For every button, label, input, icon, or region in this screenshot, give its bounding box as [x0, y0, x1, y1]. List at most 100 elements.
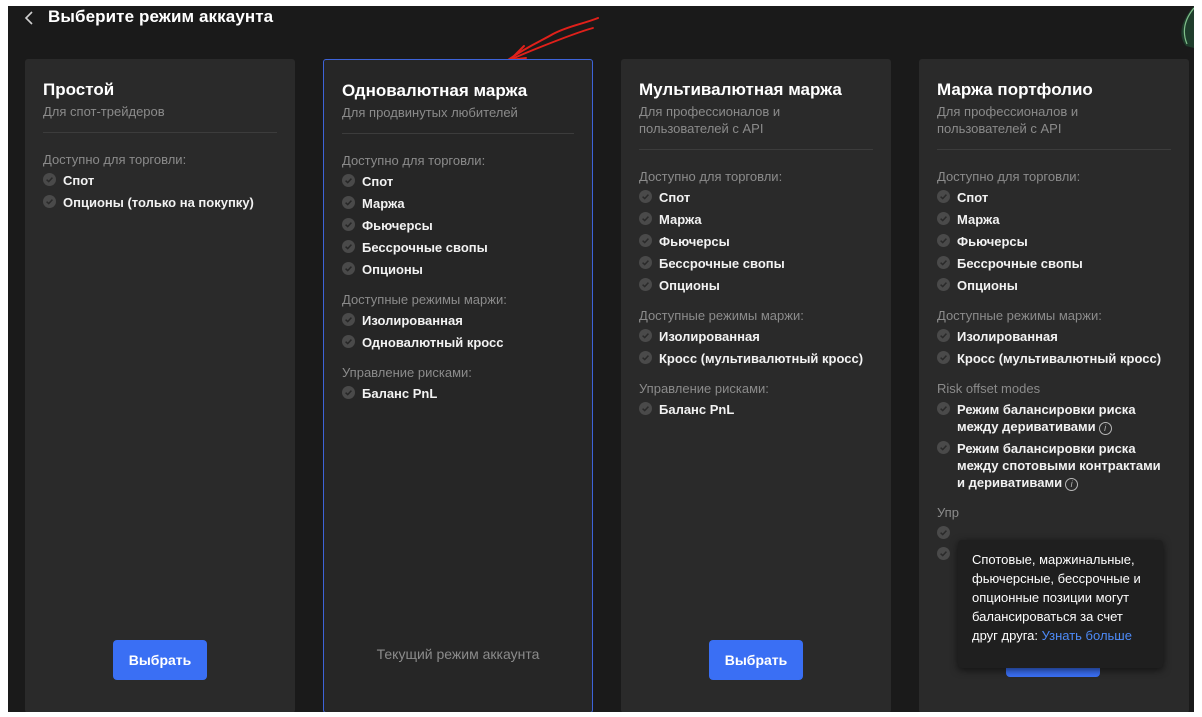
info-icon[interactable]: i: [1098, 422, 1112, 435]
list-item: Баланс PnL: [342, 385, 574, 402]
check-icon: [639, 256, 652, 269]
check-icon: [342, 218, 355, 231]
list-item: Маржа: [342, 195, 574, 212]
item-label: Изолированная: [362, 313, 463, 328]
item-label: Опционы: [957, 278, 1018, 293]
check-icon: [639, 278, 652, 291]
list-item: Маржа: [937, 211, 1171, 228]
check-icon: [937, 278, 950, 291]
section-title: Управление рисками:: [639, 381, 769, 396]
item-label: Маржа: [362, 196, 405, 211]
list-item: Изолированная: [639, 328, 873, 345]
section-title: Доступно для торговли:: [43, 152, 187, 167]
item-label: Баланс PnL: [362, 386, 438, 401]
item-label: Кросс (мультивалютный кросс): [659, 351, 864, 366]
card-subtitle: Для продвинутых любителей: [342, 105, 518, 120]
list-item: Режим балансировки риска между дериватив…: [937, 401, 1171, 435]
list-item: Одновалютный кросс: [342, 334, 574, 351]
list-item: Бессрочные свопы: [937, 255, 1171, 272]
check-icon: [937, 351, 950, 364]
learn-more-link[interactable]: Узнать больше: [1042, 628, 1132, 643]
feature-list: Режим балансировки риска между дериватив…: [937, 401, 1171, 491]
section-title: Доступно для торговли:: [639, 169, 783, 184]
check-icon: [43, 195, 56, 208]
check-icon: [937, 329, 950, 342]
card-title: Одновалютная маржа: [342, 81, 528, 100]
item-label: Спот: [63, 173, 95, 188]
item-label: Изолированная: [957, 329, 1058, 344]
check-icon: [639, 329, 652, 342]
list-item: Режим балансировки риска между спотовыми…: [937, 440, 1171, 491]
select-simple-button[interactable]: Выбрать: [113, 640, 207, 680]
feature-list: Спот Маржа Фьючерсы Бессрочные свопы Опц…: [937, 189, 1171, 294]
check-icon: [639, 402, 652, 415]
list-item: Изолированная: [937, 328, 1171, 345]
divider: [342, 133, 574, 134]
feature-list: Баланс PnL: [342, 385, 574, 402]
check-icon: [342, 240, 355, 253]
feature-list: Спот Маржа Фьючерсы Бессрочные свопы Опц…: [342, 173, 574, 278]
feature-list: Изолированная Кросс (мультивалютный крос…: [639, 328, 873, 367]
divider: [43, 132, 277, 133]
section-title: Risk offset modes: [937, 381, 1041, 396]
check-icon: [639, 212, 652, 225]
feature-list: Изолированная Одновалютный кросс: [342, 312, 574, 351]
check-icon: [342, 386, 355, 399]
list-item: Бессрочные свопы: [342, 239, 574, 256]
info-icon[interactable]: i: [1065, 478, 1079, 491]
select-multi-currency-button[interactable]: Выбрать: [709, 640, 803, 680]
section-title: Доступные режимы маржи:: [342, 292, 507, 307]
check-icon: [639, 190, 652, 203]
section-title: Доступные режимы маржи:: [639, 308, 804, 323]
check-icon: [342, 262, 355, 275]
check-icon: [937, 441, 950, 454]
card-subtitle: Для профессионалов и пользователей с API: [639, 104, 781, 136]
list-item: Кросс (мультивалютный кросс): [937, 350, 1171, 367]
list-item: Опционы (только на покупку): [43, 194, 277, 211]
section-title: Управление рисками:: [342, 365, 472, 380]
leaf-icon: [1181, 6, 1194, 48]
item-label: Спот: [659, 190, 691, 205]
item-label: Фьючерсы: [362, 218, 433, 233]
current-mode-label: Текущий режим аккаунта: [376, 646, 540, 662]
list-item: Маржа: [639, 211, 873, 228]
check-icon: [342, 335, 355, 348]
item-label: Бессрочные свопы: [659, 256, 785, 271]
divider: [937, 149, 1171, 150]
list-item: Опционы: [342, 261, 574, 278]
card-title: Мультивалютная маржа: [639, 80, 842, 99]
list-item: Спот: [43, 172, 277, 189]
item-label: Режим балансировки риска между спотовыми…: [957, 441, 1161, 490]
item-label: Изолированная: [659, 329, 760, 344]
check-icon: [937, 234, 950, 247]
list-item: Баланс PnL: [639, 401, 873, 418]
list-item: Опционы: [639, 277, 873, 294]
divider: [639, 149, 873, 150]
card-title: Простой: [43, 80, 115, 99]
feature-list: Изолированная Кросс (мультивалютный крос…: [937, 328, 1171, 367]
item-label: Кросс (мультивалютный кросс): [957, 351, 1162, 366]
feature-list: Спот Опционы (только на покупку): [43, 172, 277, 211]
card-subtitle: Для спот-трейдеров: [43, 104, 165, 119]
item-label: Бессрочные свопы: [957, 256, 1083, 271]
list-item: Фьючерсы: [342, 217, 574, 234]
list-item: Кросс (мультивалютный кросс): [639, 350, 873, 367]
list-item: Фьючерсы: [639, 233, 873, 250]
list-item: Фьючерсы: [937, 233, 1171, 250]
item-label: Опционы: [362, 262, 423, 277]
item-label: Бессрочные свопы: [362, 240, 488, 255]
card-simple: Простой Для спот-трейдеров Доступно для …: [25, 59, 295, 712]
card-subtitle: Для профессионалов и пользователей с API: [937, 104, 1079, 136]
check-icon: [937, 402, 950, 415]
select-portfolio-button[interactable]: [1006, 667, 1100, 677]
check-icon: [639, 351, 652, 364]
list-item: Опционы: [937, 277, 1171, 294]
item-label: Одновалютный кросс: [362, 335, 504, 350]
check-icon: [342, 313, 355, 326]
item-label: Опционы: [659, 278, 720, 293]
chevron-left-icon[interactable]: [22, 9, 36, 27]
item-label: Спот: [957, 190, 989, 205]
check-icon: [342, 196, 355, 209]
list-item: Изолированная: [342, 312, 574, 329]
check-icon: [937, 526, 950, 539]
